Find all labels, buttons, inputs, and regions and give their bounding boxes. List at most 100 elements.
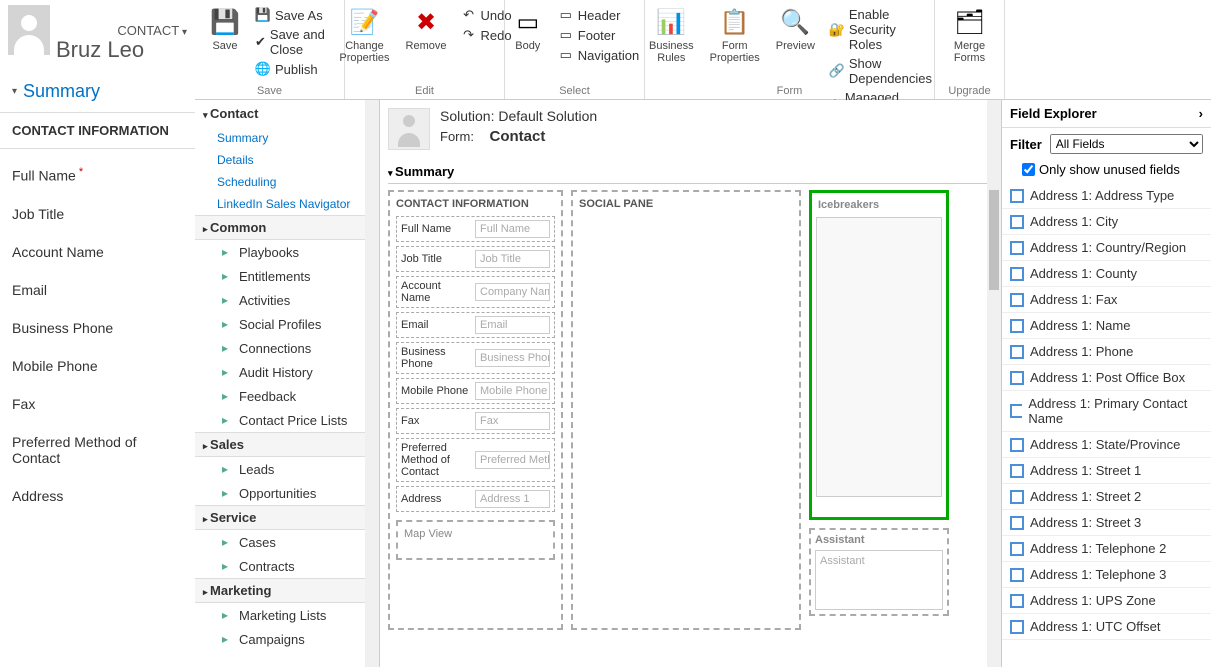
unused-fields-checkbox[interactable]: [1022, 163, 1035, 176]
field-label[interactable]: Job Title: [0, 195, 195, 233]
field-explorer-item[interactable]: Address 1: Telephone 3: [1002, 562, 1211, 588]
field-label[interactable]: Preferred Method of Contact: [0, 423, 195, 477]
field-explorer-item[interactable]: Address 1: County: [1002, 261, 1211, 287]
form-field[interactable]: Preferred Method of ContactPreferred Met…: [396, 438, 555, 482]
header-button[interactable]: ▭Header: [554, 6, 643, 24]
contact-type-dropdown[interactable]: CONTACT: [117, 23, 187, 38]
field-icon: [1010, 438, 1024, 452]
field-placeholder: Fax: [475, 412, 550, 430]
form-field[interactable]: Job TitleJob Title: [396, 246, 555, 272]
icebreakers-placeholder: [816, 217, 942, 497]
tree-group-common[interactable]: Common: [195, 215, 379, 240]
map-view-section[interactable]: Map View: [396, 520, 555, 560]
field-label[interactable]: Business Phone: [0, 309, 195, 347]
field-placeholder: Mobile Phone: [475, 382, 550, 400]
field-explorer-item[interactable]: Address 1: State/Province: [1002, 432, 1211, 458]
entity-icon: ▸: [217, 558, 233, 574]
tree-item[interactable]: ▸Activities: [195, 288, 379, 312]
field-label[interactable]: Address: [0, 477, 195, 515]
group-label: Select: [505, 85, 644, 97]
tree-item[interactable]: ▸Leads: [195, 457, 379, 481]
tree-item[interactable]: ▸Entitlements: [195, 264, 379, 288]
security-roles-button[interactable]: 🔐Enable Security Roles: [825, 6, 936, 53]
tree-link[interactable]: Scheduling: [195, 171, 379, 193]
body-button[interactable]: ▭Body: [506, 4, 550, 64]
field-label[interactable]: Full Name: [0, 155, 195, 195]
field-explorer-item[interactable]: Address 1: Street 1: [1002, 458, 1211, 484]
tree-link[interactable]: LinkedIn Sales Navigator: [195, 193, 379, 215]
tree-link[interactable]: Summary: [195, 127, 379, 149]
tree-item[interactable]: ▸Contact Price Lists: [195, 408, 379, 432]
field-explorer-item[interactable]: Address 1: Phone: [1002, 339, 1211, 365]
field-explorer-item[interactable]: Address 1: Country/Region: [1002, 235, 1211, 261]
expand-icon[interactable]: ›: [1199, 106, 1203, 121]
field-icon: [1010, 319, 1024, 333]
entity-icon: ▸: [217, 388, 233, 404]
contact-info-heading: CONTACT INFORMATION: [0, 112, 195, 149]
field-label[interactable]: Mobile Phone: [0, 347, 195, 385]
group-label: Upgrade: [935, 85, 1004, 97]
field-icon: [1010, 464, 1024, 478]
publish-button[interactable]: 🌐Publish: [251, 60, 336, 78]
field-explorer-item[interactable]: Address 1: Street 3: [1002, 510, 1211, 536]
field-explorer-item[interactable]: Address 1: Telephone 2: [1002, 536, 1211, 562]
tree-item[interactable]: ▸Opportunities: [195, 481, 379, 505]
tree-root-contact[interactable]: Contact: [195, 100, 379, 127]
change-properties-button[interactable]: 📝Change Properties: [333, 4, 395, 66]
save-close-button[interactable]: ✔Save and Close: [251, 26, 336, 58]
filter-select[interactable]: All Fields: [1050, 134, 1203, 154]
assistant-section[interactable]: Assistant Assistant: [809, 528, 949, 616]
form-field[interactable]: FaxFax: [396, 408, 555, 434]
field-explorer-item[interactable]: Address 1: City: [1002, 209, 1211, 235]
tree-group-marketing[interactable]: Marketing: [195, 578, 379, 603]
navigation-button[interactable]: ▭Navigation: [554, 46, 643, 64]
merge-forms-button[interactable]: 🗂Merge Forms: [943, 4, 996, 66]
show-dependencies-button[interactable]: 🔗Show Dependencies: [825, 55, 936, 87]
field-explorer-item[interactable]: Address 1: UPS Zone: [1002, 588, 1211, 614]
tree-item[interactable]: ▸Feedback: [195, 384, 379, 408]
field-explorer-item[interactable]: Address 1: Name: [1002, 313, 1211, 339]
field-explorer-item[interactable]: Address 1: Post Office Box: [1002, 365, 1211, 391]
field-label[interactable]: Account Name: [0, 233, 195, 271]
contact-info-column[interactable]: CONTACT INFORMATION Full NameFull NameJo…: [388, 190, 563, 630]
form-field[interactable]: Business PhoneBusiness Phone: [396, 342, 555, 374]
tree-item[interactable]: ▸Playbooks: [195, 240, 379, 264]
field-explorer-item[interactable]: Address 1: Address Type: [1002, 183, 1211, 209]
field-icon: [1010, 620, 1024, 634]
tree-link[interactable]: Details: [195, 149, 379, 171]
form-field[interactable]: Full NameFull Name: [396, 216, 555, 242]
tree-group-service[interactable]: Service: [195, 505, 379, 530]
field-explorer-item[interactable]: Address 1: Fax: [1002, 287, 1211, 313]
icebreakers-section[interactable]: Icebreakers: [809, 190, 949, 520]
tree-item[interactable]: ▸Contracts: [195, 554, 379, 578]
tree-scrollbar[interactable]: [365, 100, 379, 667]
tree-item[interactable]: ▸Social Profiles: [195, 312, 379, 336]
save-button[interactable]: 💾Save: [203, 4, 247, 78]
tree-group-sales[interactable]: Sales: [195, 432, 379, 457]
canvas-summary-header[interactable]: Summary: [388, 160, 993, 184]
entity-icon: ▸: [217, 268, 233, 284]
social-pane-column[interactable]: SOCIAL PANE: [571, 190, 801, 630]
field-explorer-item[interactable]: Address 1: Primary Contact Name: [1002, 391, 1211, 432]
field-label: Job Title: [401, 253, 471, 265]
summary-header[interactable]: Summary: [0, 71, 195, 112]
form-field[interactable]: EmailEmail: [396, 312, 555, 338]
field-label[interactable]: Email: [0, 271, 195, 309]
tree-item[interactable]: ▸Cases: [195, 530, 379, 554]
save-as-button[interactable]: 💾Save As: [251, 6, 336, 24]
field-explorer-item[interactable]: Address 1: UTC Offset: [1002, 614, 1211, 640]
footer-button[interactable]: ▭Footer: [554, 26, 643, 44]
canvas-scrollbar[interactable]: [987, 100, 1001, 667]
entity-icon: ▸: [217, 292, 233, 308]
tree-item[interactable]: ▸Marketing Lists: [195, 603, 379, 627]
tree-item[interactable]: ▸Audit History: [195, 360, 379, 384]
tree-item[interactable]: ▸Campaigns: [195, 627, 379, 651]
remove-button[interactable]: ✖Remove: [400, 4, 453, 66]
tree-item[interactable]: ▸Connections: [195, 336, 379, 360]
form-field[interactable]: Account NameCompany Name: [396, 276, 555, 308]
field-label[interactable]: Fax: [0, 385, 195, 423]
field-label: Business Phone: [401, 346, 471, 370]
form-field[interactable]: AddressAddress 1: [396, 486, 555, 512]
field-explorer-item[interactable]: Address 1: Street 2: [1002, 484, 1211, 510]
form-field[interactable]: Mobile PhoneMobile Phone: [396, 378, 555, 404]
